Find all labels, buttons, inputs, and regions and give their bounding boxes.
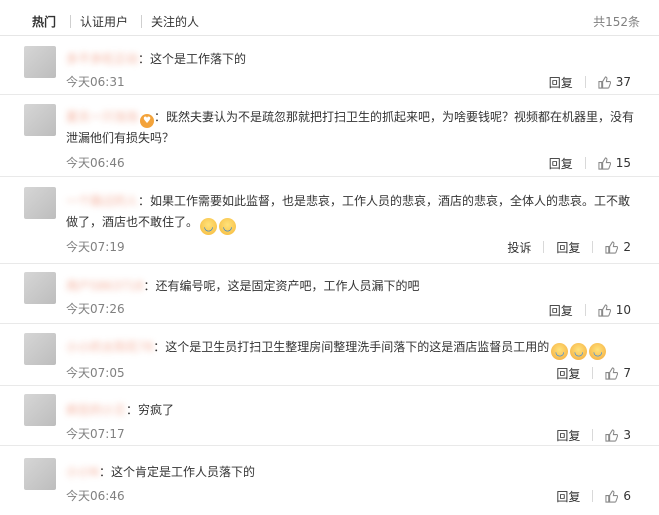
comment-item: 夏天一只泡泡 ♥ ：既然夫妻认为不是疏忽那就把打扫卫生的抓起来吧，为啥要钱呢？视频都…	[0, 95, 659, 177]
reply-button[interactable]: 回复	[549, 302, 573, 319]
comment-body: 疯狂的小王：穷疯了	[66, 400, 636, 420]
reply-button[interactable]: 回复	[549, 74, 573, 91]
tab-divider	[70, 15, 71, 28]
comment-body: 夏天一只泡泡 ♥ ：既然夫妻认为不是疏忽那就把打扫卫生的抓起来吧，为啥要钱呢？视频都…	[66, 107, 636, 149]
comment-time: 今天07:26	[66, 302, 125, 316]
like-count: 10	[615, 303, 631, 317]
comment-body: 小小N：这个肯定是工作人员落下的	[66, 462, 636, 482]
thumbs-up-icon	[598, 156, 611, 170]
comment-text: 如果工作需要如此监督，也是悲哀，工作人员的悲哀，酒店的悲哀，全体人的悲哀。工不敢…	[66, 194, 631, 229]
reply-button[interactable]: 回复	[556, 365, 580, 382]
comment-text: 这个是卫生员打扫卫生整理房间整理洗手间落下的这是酒店监督员工用的	[165, 340, 550, 354]
comment-text: 这个是工作落下的	[150, 52, 247, 66]
like-button[interactable]: 6	[605, 489, 631, 503]
comment-username[interactable]: 小小N	[66, 462, 99, 482]
avatar[interactable]	[24, 394, 56, 426]
comment-time: 今天06:46	[66, 156, 125, 170]
avatar[interactable]	[24, 46, 56, 78]
comment-actions: 回复 7	[556, 365, 631, 381]
comment-time: 今天06:46	[66, 489, 125, 503]
tab-following[interactable]: 关注的人	[151, 14, 199, 30]
like-button[interactable]: 10	[598, 303, 631, 317]
like-count: 2	[623, 240, 631, 254]
heart-badge-icon: ♥	[140, 114, 155, 128]
thumbs-up-icon	[598, 75, 611, 89]
comment-item: 多不多旺正动：这个是工作落下的 今天06:31 回复 37	[0, 37, 659, 95]
comment-time: 今天07:17	[66, 427, 125, 441]
avatar[interactable]	[24, 272, 56, 304]
comment-time: 今天07:19	[66, 240, 125, 254]
comment-body: 一个路过的人：如果工作需要如此监督，也是悲哀，工作人员的悲哀，酒店的悲哀，全体人…	[66, 191, 636, 235]
comment-actions: 回复 10	[549, 302, 631, 318]
comment-body: 小小的太阳花78：这个是卫生员打扫卫生整理房间整理洗手间落下的这是酒店监督员工用…	[66, 337, 636, 360]
comment-time: 今天06:31	[66, 75, 125, 89]
comment-username[interactable]: 用户5863718	[66, 276, 143, 296]
comment-item: 小小的太阳花78：这个是卫生员打扫卫生整理房间整理洗手间落下的这是酒店监督员工用…	[0, 324, 659, 386]
grinning-sweat-emoji-icon: ◡	[570, 343, 588, 360]
reply-button[interactable]: 回复	[556, 239, 580, 256]
like-count: 15	[615, 156, 631, 170]
like-button[interactable]: 15	[598, 156, 631, 170]
comment-body: 用户5863718：还有编号呢，这是固定资产吧，工作人员漏下的吧	[66, 276, 636, 296]
tab-verified-users[interactable]: 认证用户	[80, 14, 128, 30]
comment-text: 这个肯定是工作人员落下的	[111, 465, 256, 479]
avatar[interactable]	[24, 104, 56, 136]
avatar[interactable]	[24, 458, 56, 490]
thumbs-up-icon	[605, 428, 619, 442]
comment-item: 用户5863718：还有编号呢，这是固定资产吧，工作人员漏下的吧 今天07:26…	[0, 264, 659, 324]
like-count: 7	[623, 366, 631, 380]
comment-actions: 回复 15	[549, 155, 631, 171]
comment-body: 多不多旺正动：这个是工作落下的	[66, 49, 636, 69]
thumbs-up-icon	[605, 366, 619, 380]
thumbs-up-icon	[605, 489, 619, 503]
comment-actions: 投诉 回复 2	[507, 239, 631, 255]
comment-time: 今天07:05	[66, 366, 125, 380]
grinning-sweat-emoji-icon: ◡	[589, 343, 607, 360]
like-count: 37	[615, 75, 631, 89]
comment-item: 疯狂的小王：穷疯了 今天07:17 回复 3	[0, 386, 659, 446]
reply-button[interactable]: 回复	[549, 155, 573, 172]
like-count: 6	[623, 489, 631, 503]
report-button[interactable]: 投诉	[507, 239, 531, 256]
comment-item: 一个路过的人：如果工作需要如此监督，也是悲哀，工作人员的悲哀，酒店的悲哀，全体人…	[0, 177, 659, 264]
tab-divider	[141, 15, 142, 28]
comment-username[interactable]: 多不多旺正动	[66, 49, 138, 69]
comment-actions: 回复 37	[549, 74, 631, 90]
comment-text: 穷疯了	[138, 403, 175, 417]
tab-hot[interactable]: 热门	[32, 14, 56, 30]
laughing-tears-emoji-icon: ◡	[219, 218, 237, 235]
comment-actions: 回复 3	[556, 427, 631, 443]
laughing-tears-emoji-icon: ◡	[200, 218, 218, 235]
thumbs-up-icon	[598, 303, 611, 317]
reply-button[interactable]: 回复	[556, 488, 580, 505]
comment-username[interactable]: 疯狂的小王	[66, 400, 126, 420]
thumbs-up-icon	[605, 240, 619, 254]
avatar[interactable]	[24, 333, 56, 365]
like-button[interactable]: 3	[605, 428, 631, 442]
comment-actions: 回复 6	[556, 488, 631, 504]
comment-username[interactable]: 夏天一只泡泡	[66, 107, 138, 128]
comment-item: 小小N：这个肯定是工作人员落下的 今天06:46 回复 6	[0, 446, 659, 512]
comment-filter-bar: 热门 认证用户 关注的人 共152条	[0, 0, 659, 36]
comment-text: 还有编号呢，这是固定资产吧，工作人员漏下的吧	[155, 279, 420, 293]
reply-button[interactable]: 回复	[556, 427, 580, 444]
comment-total-count: 共152条	[593, 15, 640, 29]
like-button[interactable]: 7	[605, 366, 631, 380]
like-button[interactable]: 2	[605, 240, 631, 254]
comment-username[interactable]: 小小的太阳花78	[66, 337, 153, 357]
avatar[interactable]	[24, 187, 56, 219]
like-count: 3	[623, 428, 631, 442]
grinning-sweat-emoji-icon: ◡	[551, 343, 569, 360]
like-button[interactable]: 37	[598, 75, 631, 89]
comment-username[interactable]: 一个路过的人	[66, 191, 138, 212]
